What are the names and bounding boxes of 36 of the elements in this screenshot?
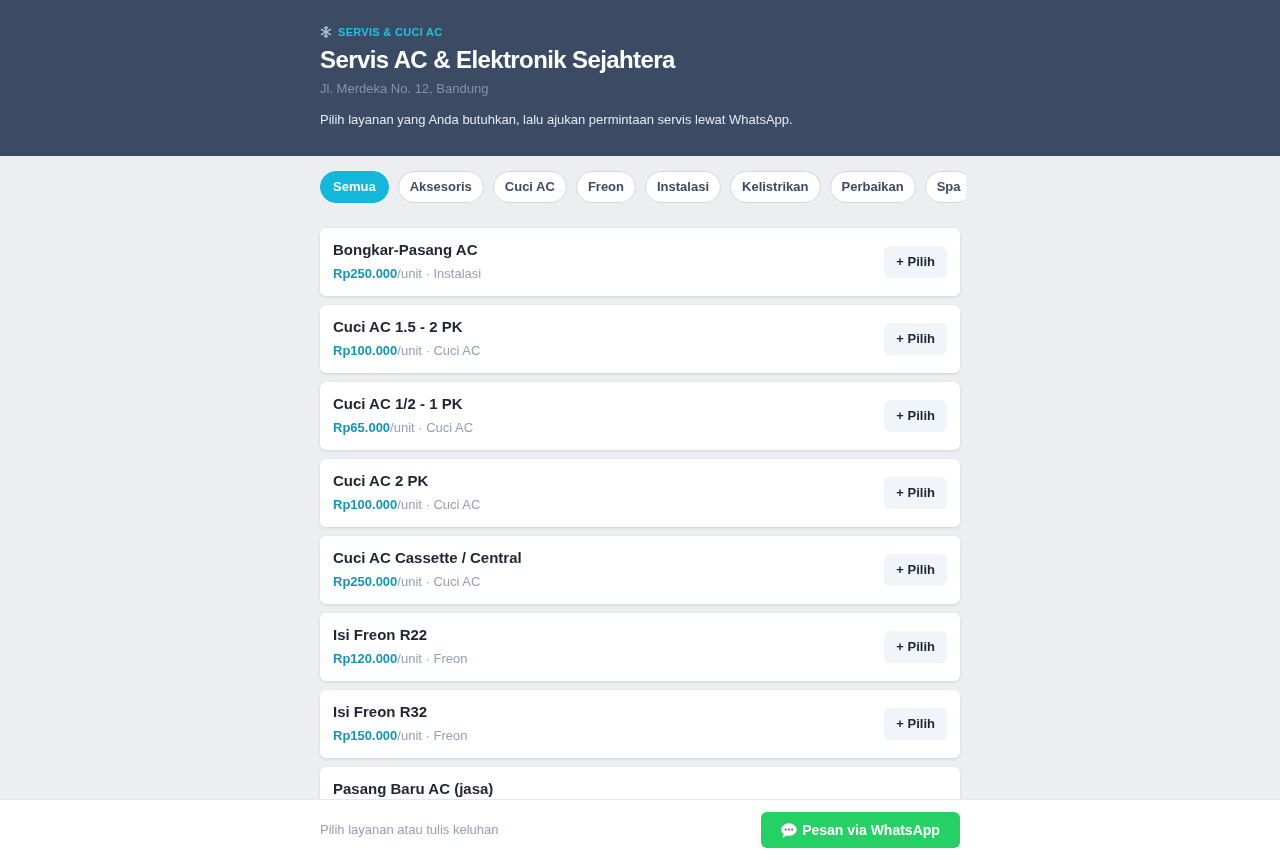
description-text: Pilih layanan yang Anda butuhkan, lalu ajukan permintaan servis lewat WhatsApp. (320, 111, 794, 129)
select-button[interactable]: + Pilih (884, 400, 947, 432)
service-name: Pasang Baru AC (jasa) (333, 779, 494, 798)
price-line: Rp65.000/unit · Cuci AC (333, 419, 474, 436)
select-button[interactable]: + Pilih (884, 708, 947, 740)
select-button[interactable]: + Pilih (884, 246, 947, 278)
filter-chip[interactable]: Cuci AC (492, 171, 567, 203)
service-name: Cuci AC 1/2 - 1 PK (333, 394, 464, 413)
filter-chip[interactable]: Spa (924, 171, 966, 203)
category-label: SERVIS & CUCI AC (338, 24, 443, 40)
price-line: Rp100.000/unit · Cuci AC (333, 342, 481, 359)
price-line: Rp250.000/unit · Cuci AC (333, 573, 482, 590)
price-line: Rp120.000/unit · Freon (333, 650, 468, 667)
select-button[interactable]: + Pilih (884, 554, 947, 586)
snowflake-icon (320, 26, 332, 38)
service-name: Cuci AC 2 PK (333, 471, 430, 490)
filter-chip[interactable]: Freon (575, 171, 636, 203)
filter-chip[interactable]: Aksesoris (397, 171, 484, 203)
price-line: Rp150.000/unit · Freon (333, 727, 468, 744)
service-name: Cuci AC 1.5 - 2 PK (333, 317, 464, 336)
select-button[interactable]: + Pilih (884, 323, 947, 355)
hint-text: Pilih layanan atau tulis keluhan (320, 821, 499, 840)
filter-chip[interactable]: Kelistrikan (730, 171, 821, 203)
filter-chip[interactable]: Perbaikan (829, 171, 916, 203)
filter-chip[interactable]: Instalasi (645, 171, 722, 203)
select-button[interactable]: + Pilih (884, 631, 947, 663)
address-text: Jl. Merdeka No. 12, Bandung (320, 80, 490, 98)
service-name: Bongkar-Pasang AC (333, 240, 479, 259)
select-button[interactable]: + Pilih (884, 477, 947, 509)
price-line: Rp250.000/unit · Instalasi (333, 265, 482, 282)
service-name: Isi Freon R22 (333, 625, 429, 644)
business-title: Servis AC & Elektronik Sejahtera (320, 45, 677, 75)
service-name: Isi Freon R32 (333, 702, 429, 721)
price-line: Rp100.000/unit · Cuci AC (333, 496, 481, 513)
speech-bubble-icon (781, 822, 798, 838)
service-name: Cuci AC Cassette / Central (333, 548, 522, 567)
